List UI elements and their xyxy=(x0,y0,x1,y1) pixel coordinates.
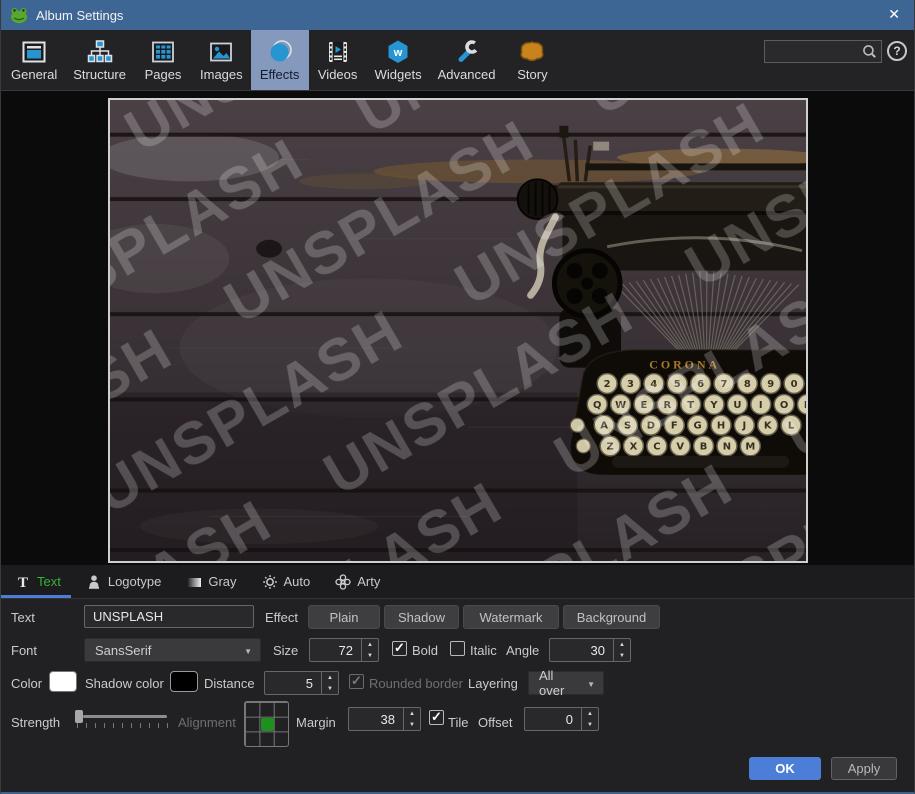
bold-label: Bold xyxy=(412,644,438,657)
toolbar-tab-story[interactable]: Story xyxy=(503,30,561,90)
rounded-border-checkbox xyxy=(349,674,364,689)
margin-spinner-arrows[interactable]: ▲▼ xyxy=(403,708,420,730)
toolbar-tab-structure[interactable]: Structure xyxy=(65,30,134,90)
close-icon[interactable]: ✕ xyxy=(888,6,900,23)
slider-thumb[interactable] xyxy=(75,710,83,723)
watermark-overlay xyxy=(110,100,806,561)
alignment-label: Alignment xyxy=(178,716,236,729)
italic-checkbox[interactable] xyxy=(450,641,465,656)
distance-spinner[interactable]: 5 ▲▼ xyxy=(264,671,339,695)
widgets-icon: w xyxy=(384,38,412,66)
titlebar: Album Settings ✕ xyxy=(1,0,914,30)
images-icon xyxy=(207,38,235,66)
effect-watermark-button[interactable]: Watermark xyxy=(463,605,559,629)
effect-shadow-button[interactable]: Shadow xyxy=(384,605,459,629)
rounded-border-label: Rounded border xyxy=(369,677,463,690)
preview-area: UNSPLASH UNSPLASH UNSPLASH xyxy=(1,91,914,565)
angle-label: Angle xyxy=(506,644,539,657)
arty-icon xyxy=(335,574,351,590)
tile-checkbox[interactable] xyxy=(429,710,444,725)
videos-icon xyxy=(324,38,352,66)
color-label: Color xyxy=(11,677,42,690)
watermark-text-input[interactable] xyxy=(84,605,254,628)
distance-label: Distance xyxy=(204,677,255,690)
shadow-color-label: Shadow color xyxy=(85,677,164,690)
effect-plain-button[interactable]: Plain xyxy=(308,605,380,629)
size-label: Size xyxy=(273,644,298,657)
slider-track[interactable] xyxy=(83,715,167,718)
font-select[interactable]: SansSerif xyxy=(84,638,261,662)
general-icon xyxy=(20,38,48,66)
search-icon[interactable] xyxy=(862,44,877,59)
effect-label: Effect xyxy=(265,611,298,624)
svg-text:w: w xyxy=(393,47,403,59)
search-input[interactable] xyxy=(769,42,865,63)
toolbar-tab-advanced[interactable]: Advanced xyxy=(430,30,504,90)
strength-label: Strength xyxy=(11,716,60,729)
subtab-gray[interactable]: Gray xyxy=(186,574,236,590)
layering-select[interactable]: All over xyxy=(528,671,604,695)
advanced-icon xyxy=(453,38,481,66)
margin-spinner[interactable]: 38 ▲▼ xyxy=(348,707,421,731)
font-label: Font xyxy=(11,644,37,657)
svg-text:T: T xyxy=(18,575,28,590)
text-color-swatch[interactable] xyxy=(49,671,77,692)
tile-label: Tile xyxy=(448,716,468,729)
bold-checkbox[interactable] xyxy=(392,641,407,656)
subtab-arty[interactable]: Arty xyxy=(335,574,380,590)
effect-background-button[interactable]: Background xyxy=(563,605,660,629)
subtab-text[interactable]: T Text xyxy=(15,574,61,590)
logotype-icon xyxy=(86,574,102,590)
shadow-color-swatch[interactable] xyxy=(170,671,198,692)
toolbar-tab-widgets[interactable]: w Widgets xyxy=(367,30,430,90)
album-settings-window: Album Settings ✕ General Structure xyxy=(0,0,915,794)
effect-subtabs: T Text Logotype Gray Au xyxy=(1,565,914,599)
gray-icon xyxy=(186,574,202,590)
toolbar-tab-images[interactable]: Images xyxy=(192,30,251,90)
story-icon xyxy=(518,38,546,66)
toolbar-tab-pages[interactable]: Pages xyxy=(134,30,192,90)
toolbar-tab-general[interactable]: General xyxy=(3,30,65,90)
toolbar-tab-effects[interactable]: Effects xyxy=(251,30,309,90)
auto-icon xyxy=(262,574,278,590)
text-icon: T xyxy=(15,574,31,590)
window-title: Album Settings xyxy=(36,8,123,23)
distance-spinner-arrows[interactable]: ▲▼ xyxy=(321,672,338,694)
offset-label: Offset xyxy=(478,716,512,729)
text-label: Text xyxy=(11,611,35,624)
offset-spinner-arrows[interactable]: ▲▼ xyxy=(581,708,598,730)
angle-spinner[interactable]: 30 ▲▼ xyxy=(549,638,631,662)
italic-label: Italic xyxy=(470,644,497,657)
active-subtab-underline xyxy=(1,595,71,598)
subtab-logotype[interactable]: Logotype xyxy=(86,574,162,590)
alignment-selected-center xyxy=(261,718,274,731)
size-spinner[interactable]: 72 ▲▼ xyxy=(309,638,379,662)
pages-icon xyxy=(149,38,177,66)
search-box[interactable] xyxy=(764,40,882,63)
effects-icon xyxy=(266,38,294,66)
angle-spinner-arrows[interactable]: ▲▼ xyxy=(613,639,630,661)
offset-spinner[interactable]: 0 ▲▼ xyxy=(524,707,599,731)
toolbar-tab-videos[interactable]: Videos xyxy=(309,30,367,90)
layering-label: Layering xyxy=(468,677,518,690)
ok-button[interactable]: OK xyxy=(749,757,821,780)
help-icon[interactable]: ? xyxy=(887,41,907,61)
size-spinner-arrows[interactable]: ▲▼ xyxy=(361,639,378,661)
alignment-grid[interactable] xyxy=(244,701,289,747)
jalbum-logo-icon xyxy=(10,6,28,24)
structure-icon xyxy=(86,38,114,66)
apply-button[interactable]: Apply xyxy=(831,757,897,780)
subtab-auto[interactable]: Auto xyxy=(262,574,311,590)
margin-label: Margin xyxy=(296,716,336,729)
strength-slider[interactable] xyxy=(73,706,169,730)
preview-photo: UNSPLASH UNSPLASH UNSPLASH xyxy=(108,98,808,563)
